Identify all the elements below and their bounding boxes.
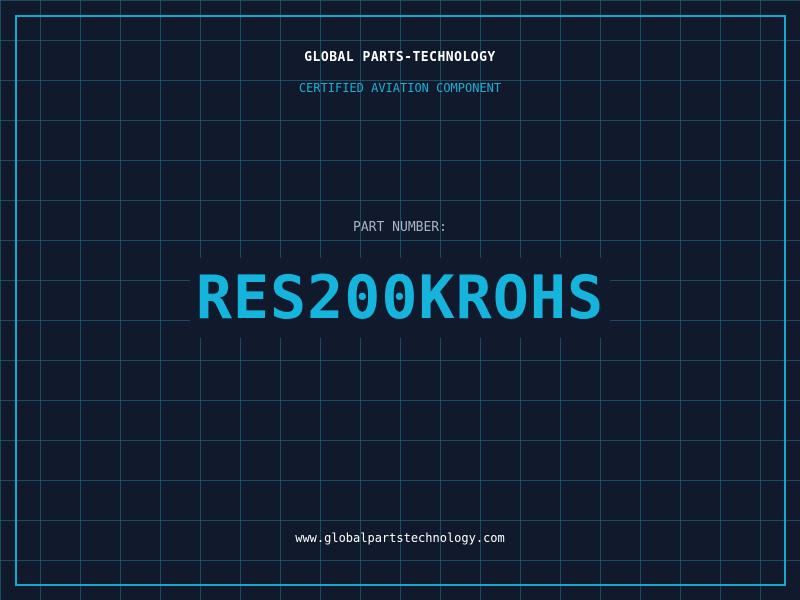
- website-url: www.globalpartstechnology.com: [295, 531, 505, 545]
- part-number-label: PART NUMBER:: [353, 220, 447, 235]
- certification-tagline: CERTIFIED AVIATION COMPONENT: [298, 81, 502, 95]
- part-number-container: RES200KROHS: [0, 258, 800, 338]
- company-name: GLOBAL PARTS-TECHNOLOGY: [304, 50, 496, 65]
- part-number-value: RES200KROHS: [189, 258, 611, 338]
